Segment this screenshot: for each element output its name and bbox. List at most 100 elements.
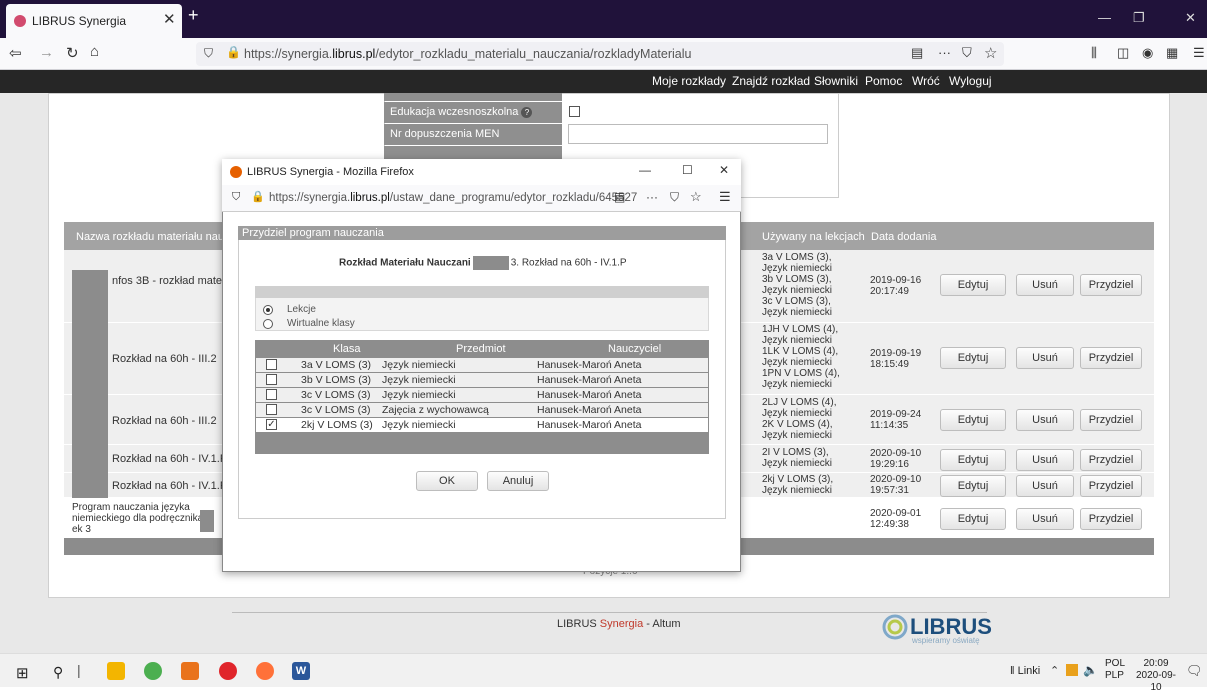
browser-tab[interactable]: LIBRUS Synergia ✕ bbox=[6, 4, 182, 38]
popup-actions-icon[interactable]: ··· bbox=[646, 190, 658, 204]
new-tab-icon[interactable]: + bbox=[188, 5, 199, 26]
row-checkbox[interactable] bbox=[266, 389, 277, 400]
windows-start-icon[interactable]: ⊞ bbox=[16, 664, 29, 682]
volume-icon[interactable]: 🔈 bbox=[1083, 663, 1098, 677]
cell-subject: Język niemiecki bbox=[382, 419, 456, 431]
edit-button[interactable]: Edytuj bbox=[940, 274, 1006, 296]
forward-icon[interactable]: → bbox=[39, 44, 54, 61]
edit-button[interactable]: Edytuj bbox=[940, 508, 1006, 530]
firefox-icon bbox=[230, 166, 242, 178]
help-icon[interactable]: ? bbox=[521, 107, 533, 118]
row-date: 2020-09-10 19:57:31 bbox=[870, 474, 922, 496]
back-icon[interactable]: ⇦ bbox=[9, 44, 22, 62]
tray-app-icon[interactable] bbox=[1066, 664, 1078, 676]
delete-button[interactable]: Usuń bbox=[1016, 347, 1074, 369]
language-indicator[interactable]: POL PLP bbox=[1105, 658, 1125, 682]
row-date: 2020-09-01 12:49:38 bbox=[870, 508, 922, 530]
radio-lessons-label: Lekcje bbox=[287, 304, 316, 315]
assign-button[interactable]: Przydziel bbox=[1080, 508, 1142, 530]
close-window-icon[interactable]: ✕ bbox=[1185, 10, 1196, 26]
row-name: Rozkład na 60h - IV.1.P bbox=[112, 453, 228, 465]
tray-chevron-icon[interactable]: ⌃ bbox=[1050, 664, 1059, 677]
popup-url-text[interactable]: https://synergia.librus.pl/ustaw_dane_pr… bbox=[269, 192, 637, 204]
page-actions-icon[interactable]: ··· bbox=[938, 45, 951, 60]
cancel-button[interactable]: Anuluj bbox=[487, 471, 549, 491]
edit-button[interactable]: Edytuj bbox=[940, 347, 1006, 369]
close-tab-icon[interactable]: ✕ bbox=[163, 10, 176, 28]
account-icon[interactable]: ◉ bbox=[1142, 45, 1153, 61]
delete-button[interactable]: Usuń bbox=[1016, 475, 1074, 497]
popup-minimize-icon[interactable]: — bbox=[639, 163, 651, 177]
app-icon[interactable] bbox=[181, 662, 199, 680]
cell-subject: Język niemiecki bbox=[382, 389, 456, 401]
assign-button[interactable]: Przydziel bbox=[1080, 409, 1142, 431]
menu-back[interactable]: Wróć bbox=[912, 74, 940, 88]
edit-button[interactable]: Edytuj bbox=[940, 475, 1006, 497]
reader-view-icon[interactable]: ▤ bbox=[911, 45, 923, 61]
row-date: 2019-09-19 18:15:49 bbox=[870, 348, 922, 370]
opera-icon[interactable] bbox=[219, 662, 237, 680]
shield-icon[interactable]: ⛉ bbox=[204, 46, 213, 61]
delete-button[interactable]: Usuń bbox=[1016, 409, 1074, 431]
menu-help[interactable]: Pomoc bbox=[865, 74, 902, 88]
men-number-input[interactable] bbox=[568, 124, 828, 144]
menu-icon[interactable]: ☰ bbox=[1193, 45, 1205, 61]
library-icon[interactable]: ⫼ bbox=[1091, 45, 1097, 61]
cell-subject: Język niemiecki bbox=[382, 359, 456, 371]
restore-window-icon[interactable]: ❐ bbox=[1133, 10, 1145, 26]
pocket-icon[interactable]: ⛉ bbox=[962, 45, 972, 61]
row-used: 2LJ V LOMS (4), Język niemiecki 2K V LOM… bbox=[762, 397, 837, 441]
links-toolbar[interactable]: ‖ Linki bbox=[1010, 665, 1040, 677]
row-checkbox[interactable] bbox=[266, 359, 277, 370]
menu-find-schedule[interactable]: Znajdź rozkład bbox=[732, 74, 810, 88]
word-icon[interactable]: W bbox=[292, 662, 310, 680]
edit-button[interactable]: Edytuj bbox=[940, 449, 1006, 471]
delete-button[interactable]: Usuń bbox=[1016, 274, 1074, 296]
radio-lessons[interactable] bbox=[263, 305, 273, 315]
extension-icon[interactable]: ▦ bbox=[1166, 45, 1178, 61]
file-explorer-icon[interactable] bbox=[107, 662, 125, 680]
menu-logout[interactable]: Wyloguj bbox=[949, 74, 992, 88]
task-view-icon[interactable]: | bbox=[77, 662, 81, 678]
row-checkbox[interactable] bbox=[266, 404, 277, 415]
early-education-checkbox[interactable] bbox=[569, 106, 580, 117]
chrome-icon[interactable] bbox=[144, 662, 162, 680]
ok-button[interactable]: OK bbox=[416, 471, 478, 491]
popup-bookmark-icon[interactable]: ☆ bbox=[690, 189, 702, 205]
menu-my-schedules[interactable]: Moje rozkłady bbox=[652, 74, 726, 88]
popup-pocket-icon[interactable]: ⛉ bbox=[670, 190, 679, 205]
table-row: 3c V LOMS (3) Język niemiecki Hanusek-Ma… bbox=[256, 388, 708, 402]
popup-close-icon[interactable]: ✕ bbox=[719, 163, 729, 177]
sidebar-icon[interactable]: ◫ bbox=[1117, 45, 1129, 61]
row-checkbox-checked[interactable]: ✓ bbox=[266, 419, 277, 430]
reload-icon[interactable]: ↻ bbox=[66, 44, 79, 62]
delete-button[interactable]: Usuń bbox=[1016, 449, 1074, 471]
popup-menu-icon[interactable]: ☰ bbox=[719, 189, 731, 205]
row-used: 2kj V LOMS (3), Język niemiecki bbox=[762, 474, 834, 496]
notifications-icon[interactable]: 🗨 bbox=[1186, 663, 1203, 679]
home-icon[interactable]: ⌂ bbox=[90, 43, 99, 60]
bookmark-star-icon[interactable]: ☆ bbox=[984, 44, 997, 62]
row-checkbox[interactable] bbox=[266, 374, 277, 385]
edit-button[interactable]: Edytuj bbox=[940, 409, 1006, 431]
target-type-header bbox=[255, 286, 709, 298]
popup-shield-icon[interactable]: ⛉ bbox=[232, 191, 240, 204]
clock[interactable]: 20:09 2020-09-10 bbox=[1134, 658, 1178, 694]
assign-button[interactable]: Przydziel bbox=[1080, 274, 1142, 296]
assign-button[interactable]: Przydziel bbox=[1080, 475, 1142, 497]
user-block bbox=[72, 323, 108, 395]
delete-button[interactable]: Usuń bbox=[1016, 508, 1074, 530]
search-icon[interactable]: ⚲ bbox=[53, 664, 63, 681]
firefox-taskbar-icon[interactable] bbox=[256, 662, 274, 680]
assign-button[interactable]: Przydziel bbox=[1080, 449, 1142, 471]
assign-button[interactable]: Przydziel bbox=[1080, 347, 1142, 369]
row-name: Rozkład na 60h - III.2 bbox=[112, 415, 217, 427]
minimize-window-icon[interactable]: — bbox=[1098, 10, 1111, 25]
popup-url-bar: ⛉ 🔒 https://synergia.librus.pl/ustaw_dan… bbox=[222, 185, 741, 212]
radio-virtual-label: Wirtualne klasy bbox=[287, 318, 355, 329]
menu-dictionaries[interactable]: Słowniki bbox=[814, 74, 858, 88]
popup-maximize-icon[interactable]: ☐ bbox=[682, 163, 693, 177]
popup-reader-icon[interactable]: ▤ bbox=[614, 190, 625, 204]
radio-virtual-classes[interactable] bbox=[263, 319, 273, 329]
popup-lock-icon: 🔒 bbox=[251, 191, 265, 203]
